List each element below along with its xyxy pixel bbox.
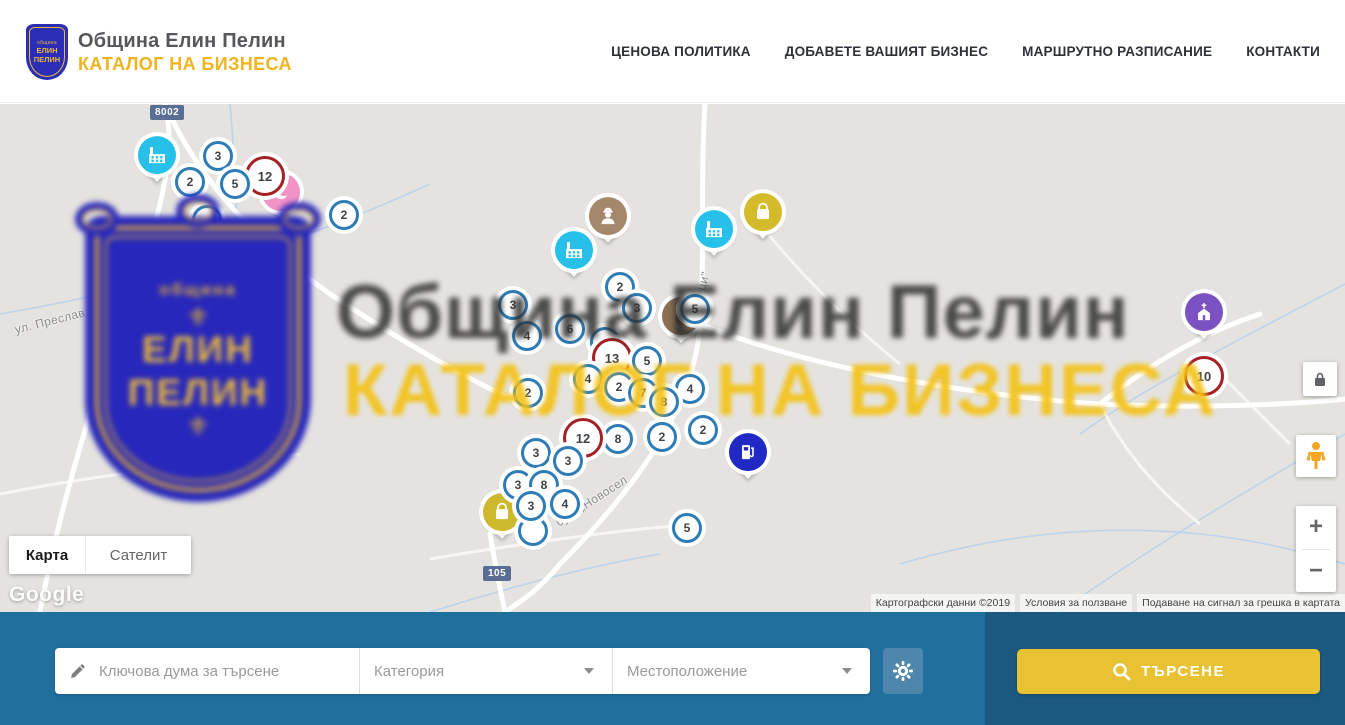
map-pin-factory[interactable] xyxy=(552,228,596,272)
cluster-marker[interactable]: 2 xyxy=(329,200,359,230)
pencil-icon xyxy=(69,662,87,680)
bag-icon xyxy=(744,193,782,231)
cluster-marker[interactable]: 2 xyxy=(513,378,543,408)
pegman-control[interactable] xyxy=(1296,435,1336,477)
keyword-input[interactable] xyxy=(99,663,345,680)
nav-item-3[interactable]: КОНТАКТИ xyxy=(1246,44,1320,59)
cluster-marker[interactable]: 3 xyxy=(521,438,551,468)
cluster-marker[interactable]: 5 xyxy=(632,346,662,376)
cluster-marker[interactable]: 3 xyxy=(622,293,652,323)
logo-top-text: община xyxy=(37,40,57,46)
attribution-link[interactable]: Условия за ползване xyxy=(1020,594,1132,612)
cluster-marker[interactable]: 2 xyxy=(647,422,677,452)
cluster-marker[interactable]: 3 xyxy=(203,141,233,171)
cluster-marker[interactable]: 6 xyxy=(555,314,585,344)
category-select[interactable]: Категория xyxy=(359,648,612,694)
map-attribution: Картографски данни ©2019 Условия за ползв… xyxy=(871,594,1345,612)
header: община ЕЛИН ПЕЛИН Община Елин Пелин КАТА… xyxy=(0,0,1345,103)
cluster-marker[interactable]: 8 xyxy=(603,424,633,454)
site-title: Община Елин Пелин xyxy=(78,30,292,53)
cluster-marker[interactable]: 12 xyxy=(245,156,285,196)
cluster-marker[interactable]: 3 xyxy=(516,491,546,521)
map-type-satellite-button[interactable]: Сателит xyxy=(85,536,191,574)
church-icon xyxy=(1185,293,1223,331)
lock-button[interactable] xyxy=(1303,362,1337,396)
map-type-map-button[interactable]: Карта xyxy=(9,536,85,574)
attribution-link[interactable]: Подаване на сигнал за грешка в картата xyxy=(1137,594,1345,612)
map-pin-fuel[interactable] xyxy=(726,430,770,474)
zoom-out-button[interactable]: − xyxy=(1296,550,1336,593)
nav-item-2[interactable]: МАРШРУТНО РАЗПИСАНИЕ xyxy=(1022,44,1212,59)
map-pin-factory[interactable] xyxy=(135,133,179,177)
factory-icon xyxy=(695,210,733,248)
road-badge-105: 105 xyxy=(483,566,511,581)
advanced-settings-button[interactable] xyxy=(883,648,923,694)
cluster-marker[interactable]: 4 xyxy=(573,364,603,394)
map-pin-bag[interactable] xyxy=(741,190,785,234)
chevron-down-icon xyxy=(584,668,594,674)
cluster-marker[interactable]: 10 xyxy=(1184,356,1224,396)
attribution-text: Картографски данни ©2019 xyxy=(871,594,1015,612)
cluster-marker[interactable]: 5 xyxy=(680,294,710,324)
cluster-marker[interactable]: 5 xyxy=(672,513,702,543)
cluster-marker[interactable]: 4 xyxy=(675,374,705,404)
factory-icon xyxy=(555,231,593,269)
cluster-marker[interactable]: 5 xyxy=(220,169,250,199)
map-canvas[interactable]: 8002 105 ул. Преслав бул. „Новосел ци" 1… xyxy=(0,104,1345,612)
category-select-label: Категория xyxy=(374,663,584,680)
search-button[interactable]: ТЪРСЕНЕ xyxy=(1017,649,1320,694)
keyword-field[interactable] xyxy=(55,648,359,694)
pegman-icon xyxy=(1306,441,1326,471)
cluster-marker[interactable]: 3 xyxy=(498,290,528,320)
cluster-marker[interactable] xyxy=(192,205,222,235)
location-select[interactable]: Местоположение xyxy=(612,648,870,694)
nav-item-0[interactable]: ЦЕНОВА ПОЛИТИКА xyxy=(611,44,751,59)
main-nav: ЦЕНОВА ПОЛИТИКА ДОБАВЕТЕ ВАШИЯТ БИЗНЕС МАР… xyxy=(611,0,1320,103)
search-button-label: ТЪРСЕНЕ xyxy=(1141,663,1225,680)
cluster-marker[interactable]: 4 xyxy=(512,321,542,351)
municipality-logo: община ЕЛИН ПЕЛИН xyxy=(26,24,68,80)
cluster-marker[interactable]: 2 xyxy=(688,415,718,445)
search-bar: Категория Местоположение xyxy=(0,612,1345,725)
cluster-marker[interactable]: 8 xyxy=(649,387,679,417)
nav-item-1[interactable]: ДОБАВЕТЕ ВАШИЯТ БИЗНЕС xyxy=(785,44,988,59)
location-select-label: Местоположение xyxy=(627,663,842,680)
map-pin-church[interactable] xyxy=(1182,290,1226,334)
cluster-marker[interactable]: 2 xyxy=(175,167,205,197)
lock-icon xyxy=(1313,371,1327,387)
logo-main-text-2: ПЕЛИН xyxy=(34,55,60,64)
search-icon xyxy=(1112,662,1131,681)
factory-icon xyxy=(138,136,176,174)
cluster-marker[interactable]: 4 xyxy=(550,489,580,519)
site-subtitle: КАТАЛОГ НА БИЗНЕСА xyxy=(78,54,292,75)
map-pin-factory[interactable] xyxy=(692,207,736,251)
map-type-control: Карта Сателит xyxy=(9,536,191,574)
chevron-down-icon xyxy=(842,668,852,674)
logo-main-text-1: ЕЛИН xyxy=(36,46,57,55)
search-panel: Категория Местоположение xyxy=(55,648,870,694)
gear-icon xyxy=(892,660,914,682)
google-logo[interactable]: Google xyxy=(9,583,84,607)
zoom-control: + − xyxy=(1296,506,1336,592)
road-badge-8002: 8002 xyxy=(150,105,184,120)
cluster-marker[interactable]: 3 xyxy=(553,446,583,476)
fuel-icon xyxy=(729,433,767,471)
brand-logo-block[interactable]: община ЕЛИН ПЕЛИН Община Елин Пелин КАТА… xyxy=(26,24,292,80)
zoom-in-button[interactable]: + xyxy=(1296,506,1336,549)
